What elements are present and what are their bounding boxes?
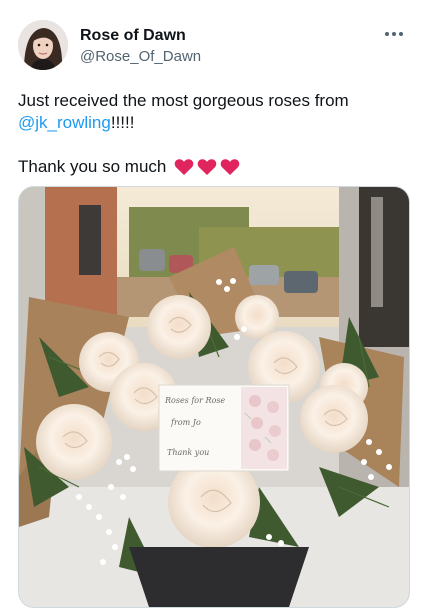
card-line-1: Roses for Rose xyxy=(164,396,225,405)
red-heart-icon xyxy=(175,159,194,175)
tweet-text: Just received the most gorgeous roses fr… xyxy=(18,90,408,178)
gift-card: Roses for Rose from Jo Thank you xyxy=(158,384,290,472)
heart-emoji-group xyxy=(174,158,240,176)
tweet-line-1: Just received the most gorgeous roses fr… xyxy=(18,90,408,112)
more-horizontal-icon[interactable] xyxy=(380,24,408,44)
avatar[interactable] xyxy=(18,20,68,70)
tweet-line-3: Thank you so much xyxy=(18,156,408,178)
tweet-text-suffix: !!!!! xyxy=(110,113,135,132)
card-line-2: from Jo xyxy=(170,418,201,427)
red-heart-icon xyxy=(198,159,217,175)
tweet-line-2: @jk_rowling!!!!! xyxy=(18,112,408,134)
red-heart-icon xyxy=(221,159,240,175)
display-name[interactable]: Rose of Dawn xyxy=(80,26,201,45)
tweet-text-prefix: Just received the most gorgeous roses fr… xyxy=(18,91,349,110)
mention-link[interactable]: @jk_rowling xyxy=(18,113,111,132)
tweet-photo[interactable]: Roses for Rose from Jo Thank you xyxy=(18,186,410,608)
tweet-thanks-text: Thank you so much xyxy=(18,157,167,176)
user-handle[interactable]: @Rose_Of_Dawn xyxy=(80,47,201,67)
author-names: Rose of Dawn @Rose_Of_Dawn xyxy=(80,26,201,67)
tweet-header: Rose of Dawn @Rose_Of_Dawn xyxy=(18,20,408,76)
card-line-3: Thank you xyxy=(167,448,209,457)
